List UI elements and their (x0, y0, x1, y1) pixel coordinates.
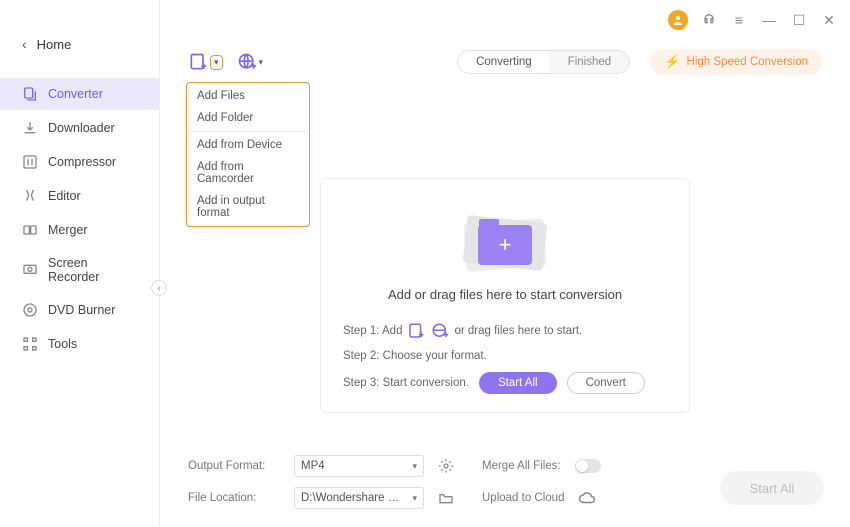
file-location-select[interactable]: D:\Wondershare UniConverter 1 ▾ (294, 487, 424, 509)
chevron-down-icon: ▾ (412, 461, 417, 472)
step1-post: or drag files here to start. (454, 325, 582, 337)
output-format-select[interactable]: MP4 ▾ (294, 455, 424, 477)
add-file-dropdown-toggle[interactable]: ▾ (210, 55, 223, 70)
convert-pill[interactable]: Convert (567, 372, 645, 394)
step-1: Step 1: Add or drag files here to start. (343, 322, 667, 340)
file-location-value: D:\Wondershare UniConverter 1 (301, 492, 405, 504)
output-format-value: MP4 (301, 460, 325, 472)
step-3: Step 3: Start conversion. Start All Conv… (343, 372, 667, 394)
main-area: ≡ — ☐ ✕ ▾ ▾ Converting Finished (160, 0, 850, 527)
chevron-down-icon: ▾ (412, 493, 417, 504)
sidebar-item-label: DVD Burner (48, 303, 115, 317)
chevron-down-icon: ▾ (214, 57, 219, 68)
sidebar-item-editor[interactable]: Editor (0, 180, 159, 212)
recorder-icon (22, 262, 38, 278)
converter-icon (22, 86, 38, 102)
tools-icon (22, 336, 38, 352)
sidebar-item-label: Editor (48, 189, 81, 203)
minimize-button[interactable]: — (760, 11, 778, 29)
sidebar-item-label: Converter (48, 87, 103, 101)
nav-home[interactable]: ‹ Home (0, 28, 159, 60)
sidebar-item-label: Screen Recorder (48, 256, 137, 284)
bolt-icon: ⚡ (664, 54, 680, 70)
add-url-icon-button[interactable]: ▾ (237, 52, 264, 72)
add-dropdown-menu: Add Files Add Folder Add from Device Add… (186, 82, 310, 227)
tab-finished[interactable]: Finished (550, 51, 629, 73)
high-speed-label: High Speed Conversion (687, 56, 808, 68)
sidebar-item-converter[interactable]: Converter (0, 78, 159, 110)
merge-toggle[interactable] (575, 459, 601, 473)
step3-label: Step 3: Start conversion. (343, 377, 469, 389)
sidebar: ‹ Home Converter Downloader Compressor E… (0, 0, 160, 527)
sidebar-item-compressor[interactable]: Compressor (0, 146, 159, 178)
dd-add-files[interactable]: Add Files (187, 85, 309, 107)
sidebar-item-downloader[interactable]: Downloader (0, 112, 159, 144)
titlebar: ≡ — ☐ ✕ (160, 0, 850, 40)
download-icon (22, 120, 38, 136)
sidebar-item-label: Merger (48, 223, 88, 237)
upload-cloud-label: Upload to Cloud (482, 492, 564, 504)
step-2: Step 2: Choose your format. (343, 350, 667, 362)
nav-home-label: Home (37, 37, 72, 52)
dropzone[interactable]: + Add or drag files here to start conver… (320, 178, 690, 413)
sidebar-item-label: Tools (48, 337, 77, 351)
sidebar-item-merger[interactable]: Merger (0, 214, 159, 246)
sidebar-item-screen-recorder[interactable]: Screen Recorder (0, 248, 159, 292)
support-icon[interactable] (700, 11, 718, 29)
output-format-label: Output Format: (188, 460, 280, 472)
sidebar-item-dvd-burner[interactable]: DVD Burner (0, 294, 159, 326)
dd-add-folder[interactable]: Add Folder (187, 107, 309, 129)
dvd-icon (22, 302, 38, 318)
add-file-icon-button[interactable]: ▾ (188, 52, 223, 72)
start-all-button[interactable]: Start All (720, 471, 824, 505)
status-tabs: Converting Finished (457, 50, 630, 74)
open-folder-icon[interactable] (438, 490, 454, 506)
tab-converting[interactable]: Converting (458, 51, 550, 73)
add-file-icon (407, 322, 425, 340)
merger-icon (22, 222, 38, 238)
chevron-left-icon: ‹ (22, 36, 27, 52)
merge-label: Merge All Files: (482, 460, 561, 472)
dd-add-device[interactable]: Add from Device (187, 134, 309, 156)
compress-icon (22, 154, 38, 170)
settings-gear-icon[interactable] (438, 458, 454, 474)
step1-pre: Step 1: Add (343, 325, 402, 337)
dd-add-output[interactable]: Add in output format (187, 190, 309, 224)
cloud-icon[interactable] (578, 489, 596, 507)
sidebar-item-label: Downloader (48, 121, 115, 135)
sidebar-item-label: Compressor (48, 155, 116, 169)
add-url-icon (431, 322, 449, 340)
dd-add-camcorder[interactable]: Add from Camcorder (187, 156, 309, 190)
close-button[interactable]: ✕ (820, 11, 838, 29)
folder-plus-illustration: + (455, 203, 555, 273)
user-avatar[interactable] (668, 10, 688, 30)
toolbar: ▾ ▾ Converting Finished ⚡ High Speed Con… (188, 46, 822, 78)
maximize-button[interactable]: ☐ (790, 11, 808, 29)
chevron-down-icon: ▾ (259, 57, 264, 68)
sidebar-item-tools[interactable]: Tools (0, 328, 159, 360)
dropzone-title: Add or drag files here to start conversi… (388, 287, 622, 302)
start-all-pill[interactable]: Start All (479, 372, 557, 394)
editor-icon (22, 188, 38, 204)
high-speed-badge[interactable]: ⚡ High Speed Conversion (650, 49, 822, 75)
menu-icon[interactable]: ≡ (730, 11, 748, 29)
file-location-label: File Location: (188, 492, 280, 504)
